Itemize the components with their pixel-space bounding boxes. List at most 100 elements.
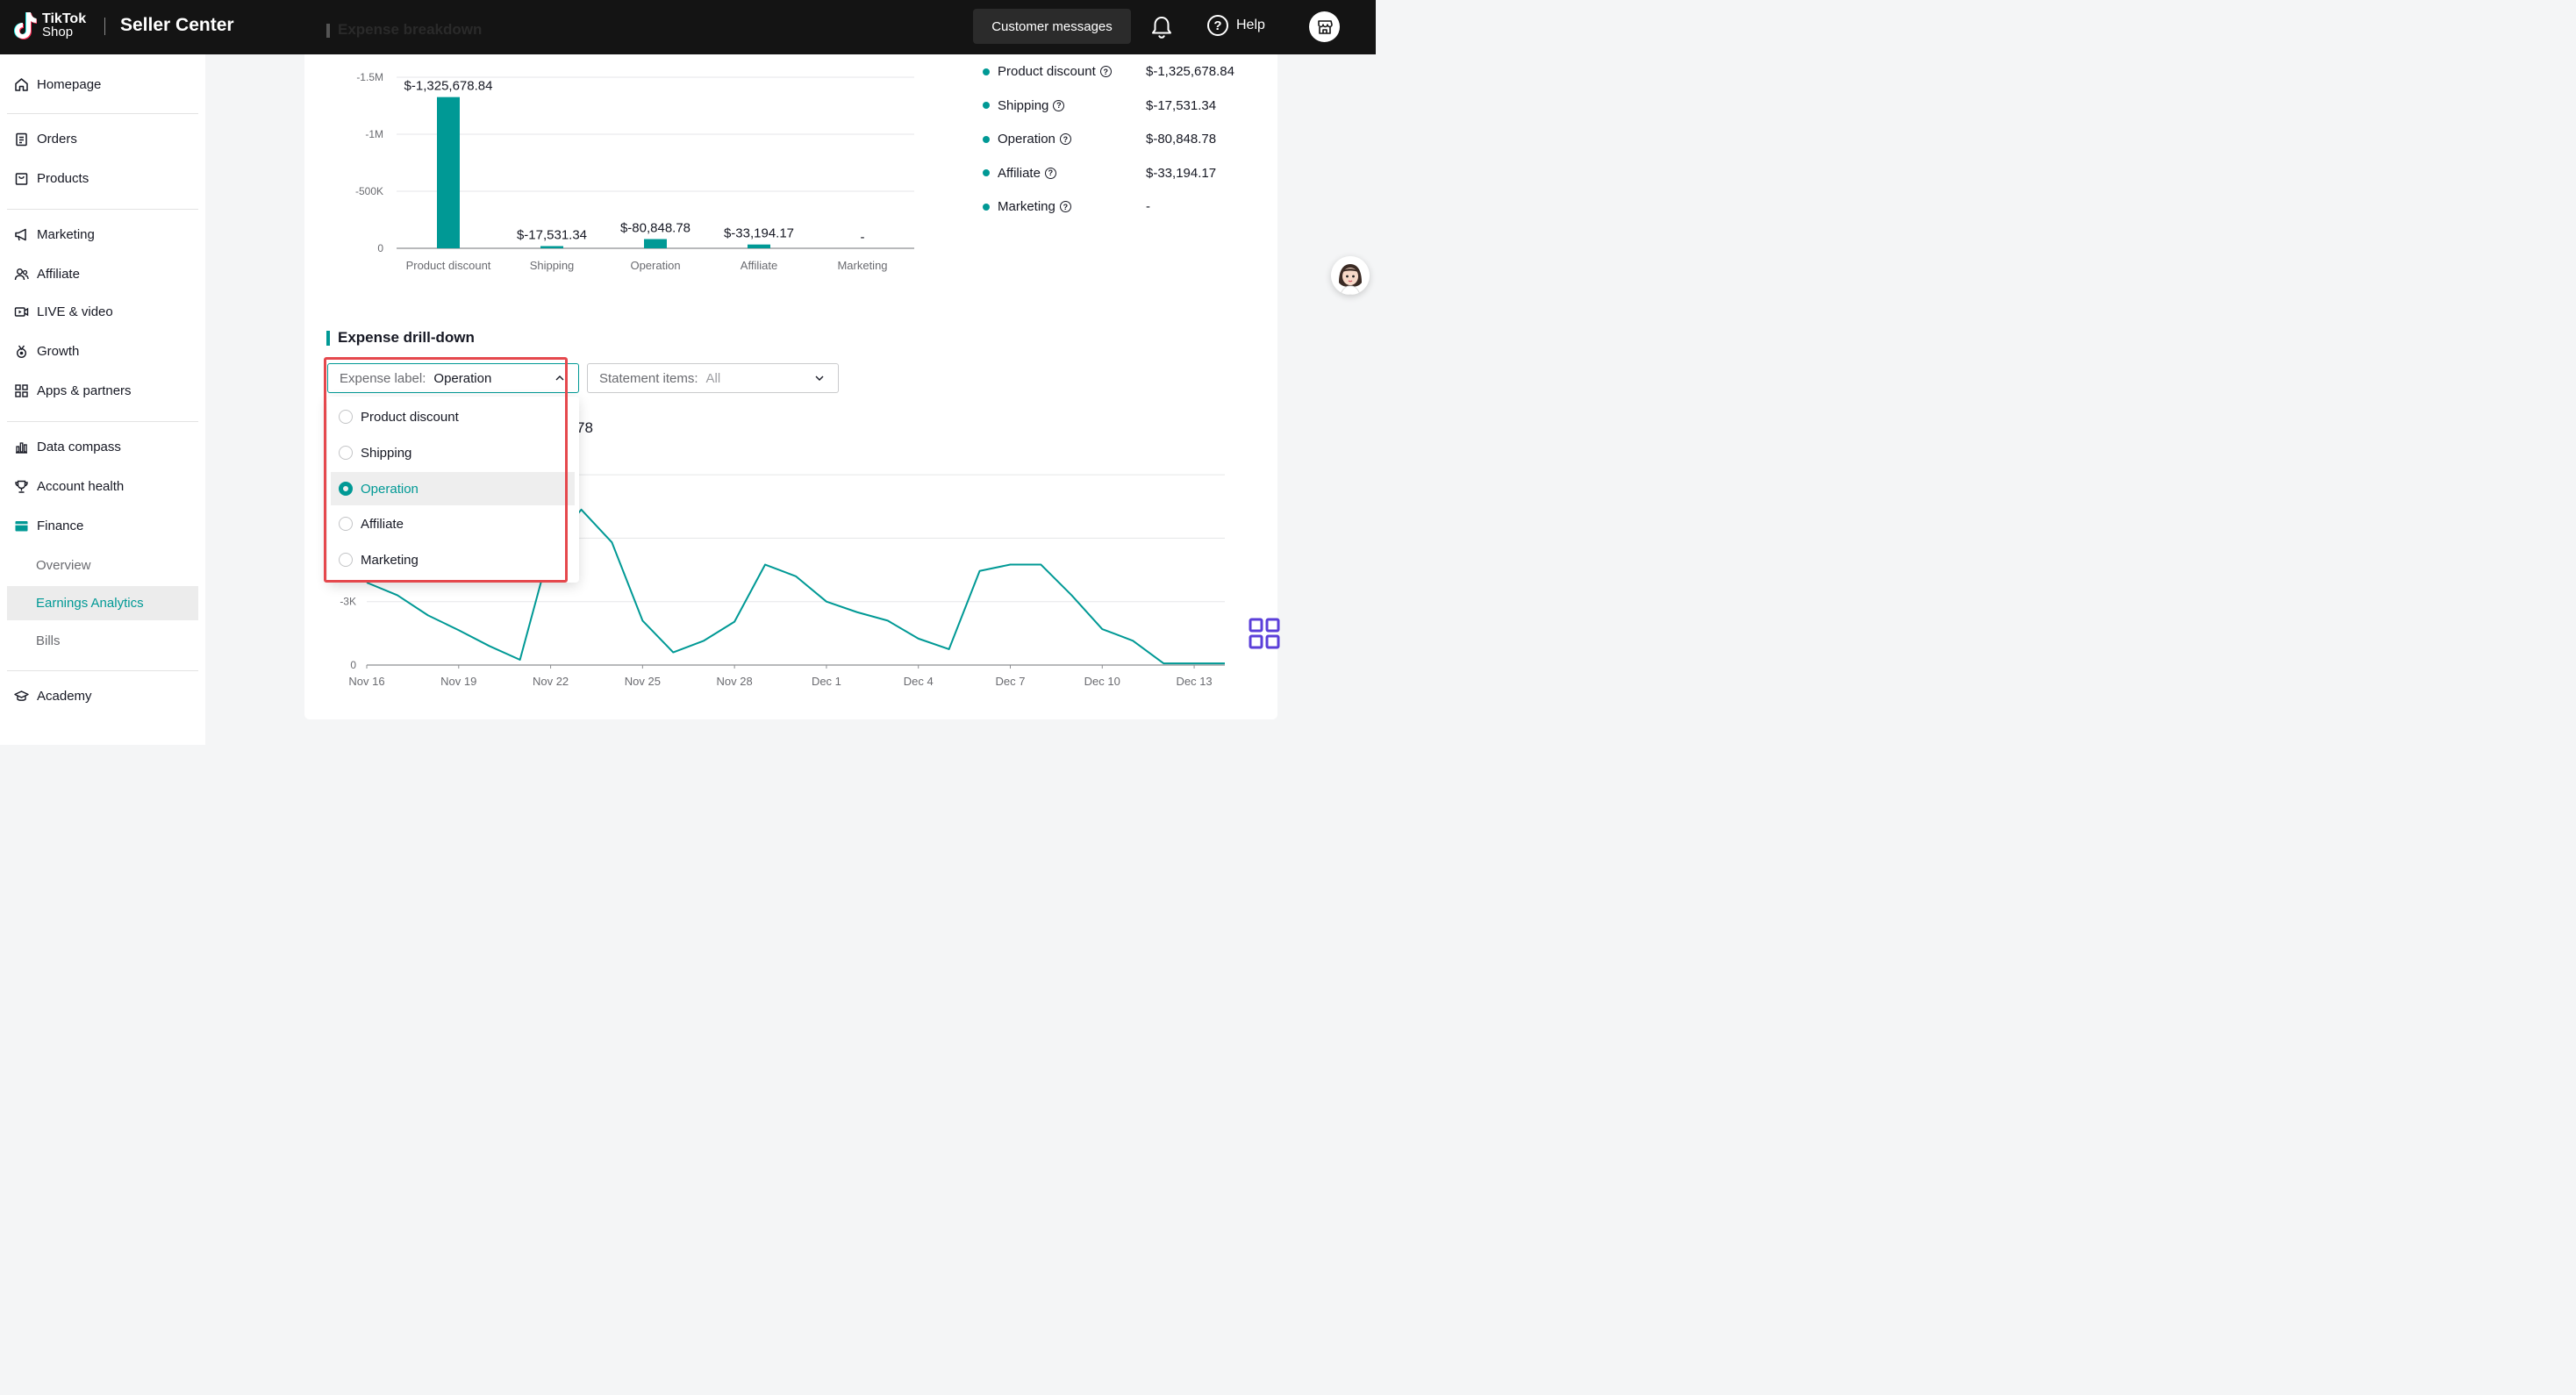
sidebar-item-growth[interactable]: Growth	[14, 344, 79, 359]
legend-value: $-33,194.17	[1146, 165, 1217, 181]
sidebar-item-finance[interactable]: Finance	[14, 519, 83, 533]
statement-items-value: All	[705, 370, 721, 386]
legend-label: Product discount	[998, 64, 1096, 79]
info-icon[interactable]: ?	[1053, 99, 1065, 111]
sidebar-item-account-health[interactable]: Account health	[14, 479, 124, 494]
x-tick-label: Shipping	[530, 259, 575, 272]
bar-data-label: $-33,194.17	[724, 226, 794, 241]
sidebar: Homepage Orders Products Marketing Affil…	[0, 54, 205, 745]
sidebar-item-label: Orders	[37, 132, 77, 147]
sidebar-item-orders[interactable]: Orders	[14, 132, 77, 147]
apps-grid-icon[interactable]	[1248, 617, 1281, 650]
y-tick-label: -500K	[355, 185, 383, 197]
sidebar-item-homepage[interactable]: Homepage	[14, 77, 101, 92]
customer-messages-button[interactable]: Customer messages	[973, 9, 1131, 44]
x-tick-label: Nov 16	[348, 675, 384, 688]
wallet-icon	[14, 519, 29, 533]
legend-item: Affiliate?	[983, 166, 1056, 181]
home-icon	[14, 77, 29, 92]
x-tick-label: Marketing	[837, 259, 887, 272]
app-title: Seller Center	[120, 15, 234, 35]
logo-line1: TikTok	[42, 11, 87, 26]
sidebar-divider	[7, 209, 198, 210]
bag-icon	[14, 171, 29, 186]
info-icon[interactable]: ?	[1059, 133, 1071, 145]
logo-text: TikTok Shop	[42, 12, 86, 39]
clipboard-icon	[14, 132, 29, 147]
legend-item: Shipping?	[983, 97, 1065, 113]
header-divider	[104, 18, 105, 35]
legend-dot	[983, 102, 990, 109]
legend-dot	[983, 135, 990, 143]
x-tick-label: Dec 1	[812, 675, 841, 688]
assistant-avatar-icon[interactable]	[1331, 256, 1370, 295]
question-circle-icon: ?	[1207, 15, 1228, 36]
x-tick-label: Nov 19	[440, 675, 476, 688]
sidebar-item-academy[interactable]: Academy	[14, 689, 92, 704]
legend-label: Marketing	[998, 199, 1055, 214]
bar[interactable]	[748, 244, 770, 248]
x-tick-label: Nov 28	[717, 675, 753, 688]
x-tick-label: Dec 7	[996, 675, 1026, 688]
x-tick-label: Affiliate	[741, 259, 777, 272]
legend-label: Operation	[998, 132, 1055, 147]
legend-dot	[983, 169, 990, 176]
sidebar-item-label: Apps & partners	[37, 383, 132, 398]
sidebar-item-products[interactable]: Products	[14, 171, 89, 186]
bar-data-label: -	[861, 230, 865, 245]
apps-icon	[14, 383, 29, 398]
help-label: Help	[1236, 18, 1265, 32]
statement-items-select[interactable]: Statement items: All	[587, 363, 839, 393]
sidebar-item-marketing[interactable]: Marketing	[14, 227, 95, 242]
tiktok-shop-logo[interactable]: TikTok Shop	[14, 11, 86, 40]
store-avatar-icon[interactable]	[1309, 11, 1340, 42]
trophy-icon	[14, 479, 29, 494]
sidebar-item-data-compass[interactable]: Data compass	[14, 440, 121, 454]
sidebar-item-label: LIVE & video	[37, 304, 113, 319]
bell-icon[interactable]	[1150, 15, 1173, 39]
sidebar-item-label: Homepage	[37, 77, 102, 92]
sidebar-item-label: Marketing	[37, 227, 95, 242]
sidebar-item-label: Affiliate	[37, 267, 80, 282]
megaphone-icon	[14, 227, 29, 242]
statement-items-prefix: Statement items:	[599, 370, 698, 386]
y-tick-label: -1.5M	[356, 71, 383, 83]
annotation-highlight-box	[324, 357, 568, 583]
sidebar-sub-earnings-analytics[interactable]: Earnings Analytics	[36, 596, 144, 611]
y-tick-label: -3K	[340, 596, 356, 608]
users-icon	[14, 267, 29, 282]
help-link[interactable]: ? Help	[1207, 15, 1265, 36]
sidebar-item-label: Products	[37, 171, 89, 186]
graduation-cap-icon	[14, 689, 29, 704]
info-icon[interactable]: ?	[1044, 167, 1056, 179]
video-icon	[14, 304, 29, 319]
legend-dot	[983, 68, 990, 75]
info-icon[interactable]: ?	[1059, 201, 1071, 212]
expense-drilldown-title: Expense drill-down	[326, 329, 475, 347]
bar-data-label: $-17,531.34	[517, 228, 587, 243]
sidebar-sub-overview[interactable]: Overview	[36, 558, 91, 573]
y-tick-label: 0	[350, 659, 356, 671]
bar[interactable]	[540, 246, 563, 249]
medal-icon	[14, 344, 29, 359]
info-icon[interactable]: ?	[1099, 66, 1112, 77]
sidebar-item-label: Data compass	[37, 440, 121, 454]
sidebar-item-apps-partners[interactable]: Apps & partners	[14, 383, 132, 398]
legend-item: Operation?	[983, 132, 1071, 147]
sidebar-item-live-video[interactable]: LIVE & video	[14, 304, 113, 319]
x-tick-label: Nov 25	[625, 675, 661, 688]
legend-label: Shipping	[998, 97, 1049, 113]
bar[interactable]	[644, 239, 667, 248]
logo-line2: Shop	[42, 25, 74, 39]
sidebar-item-label: Academy	[37, 689, 92, 704]
legend-value: -	[1146, 199, 1150, 214]
legend-label: Affiliate	[998, 165, 1041, 181]
sidebar-item-label: Finance	[37, 519, 84, 533]
sidebar-item-affiliate[interactable]: Affiliate	[14, 267, 80, 282]
legend-item: Product discount?	[983, 64, 1112, 79]
tiktok-logo-icon	[14, 11, 38, 40]
x-tick-label: Dec 10	[1084, 675, 1120, 688]
sidebar-sub-bills[interactable]: Bills	[36, 633, 61, 648]
bar[interactable]	[437, 97, 460, 249]
y-tick-label: 0	[377, 242, 383, 254]
